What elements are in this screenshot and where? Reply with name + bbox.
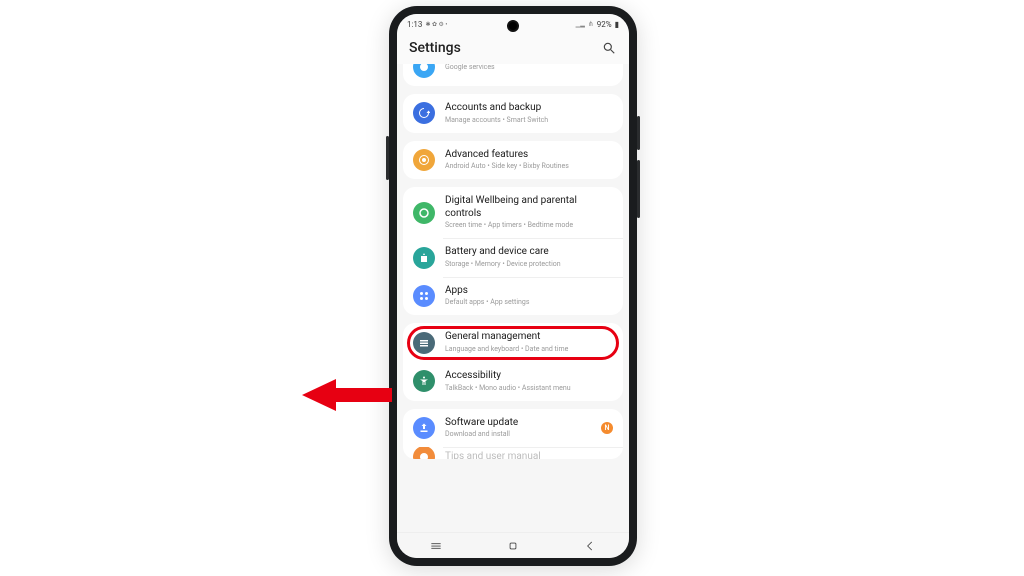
settings-group-device: Digital Wellbeing and parental controls … bbox=[403, 187, 623, 315]
search-icon bbox=[602, 41, 616, 55]
settings-row-sub: Default apps • App settings bbox=[445, 298, 613, 307]
status-wifi-icon: ⋔ bbox=[588, 20, 594, 28]
settings-row-apps[interactable]: Apps Default apps • App settings bbox=[403, 277, 623, 316]
settings-row-title: Accounts and backup bbox=[445, 102, 613, 115]
settings-group-google: Google services bbox=[403, 64, 623, 86]
navigation-bar bbox=[397, 532, 629, 558]
settings-row-accessibility[interactable]: Accessibility TalkBack • Mono audio • As… bbox=[403, 362, 623, 401]
back-icon bbox=[583, 539, 597, 553]
home-icon bbox=[506, 539, 520, 553]
settings-row-sub: Storage • Memory • Device protection bbox=[445, 260, 613, 269]
status-notification-icons: ✱ ✿ ⚙ • bbox=[425, 21, 447, 28]
settings-row-sub: TalkBack • Mono audio • Assistant menu bbox=[445, 384, 613, 393]
settings-row-title: General management bbox=[445, 331, 613, 344]
advanced-icon bbox=[413, 149, 435, 171]
settings-row-sub: Google services bbox=[445, 64, 613, 72]
settings-group-system: General management Language and keyboard… bbox=[403, 323, 623, 400]
tips-icon bbox=[413, 447, 435, 459]
settings-row-accounts[interactable]: Accounts and backup Manage accounts • Sm… bbox=[403, 94, 623, 133]
settings-row-advanced[interactable]: Advanced features Android Auto • Side ke… bbox=[403, 141, 623, 180]
page-title: Settings bbox=[409, 40, 461, 56]
settings-row-title: Accessibility bbox=[445, 370, 613, 383]
nav-back-button[interactable] bbox=[570, 539, 610, 553]
settings-row-title: Digital Wellbeing and parental controls bbox=[445, 195, 613, 220]
device-care-icon bbox=[413, 247, 435, 269]
status-time: 1:13 bbox=[407, 20, 422, 29]
front-camera-punchhole bbox=[507, 20, 519, 32]
settings-group-about: Software update Download and install N T… bbox=[403, 409, 623, 460]
nav-recents-button[interactable] bbox=[416, 539, 456, 553]
software-update-icon bbox=[413, 417, 435, 439]
settings-row-title: Apps bbox=[445, 285, 613, 298]
sync-icon bbox=[413, 102, 435, 124]
settings-row-sub: Android Auto • Side key • Bixby Routines bbox=[445, 162, 613, 171]
recents-icon bbox=[429, 539, 443, 553]
settings-row-tips[interactable]: Tips and user manual bbox=[403, 447, 623, 459]
settings-row-sub: Screen time • App timers • Bedtime mode bbox=[445, 221, 613, 230]
search-button[interactable] bbox=[601, 40, 617, 56]
phone-screen: 1:13 ✱ ✿ ⚙ • ▁▂ ⋔ 92% ▮ Settings bbox=[397, 14, 629, 558]
settings-row-title: Software update bbox=[445, 417, 591, 430]
settings-row-title: Advanced features bbox=[445, 149, 613, 162]
settings-row-sub: Manage accounts • Smart Switch bbox=[445, 116, 613, 125]
settings-row-title: Tips and user manual bbox=[445, 451, 613, 459]
accessibility-icon bbox=[413, 370, 435, 392]
settings-header: Settings bbox=[397, 34, 629, 64]
general-management-icon bbox=[413, 332, 435, 354]
status-battery-pct: 92% bbox=[597, 20, 612, 29]
settings-list[interactable]: Google services Accounts and backup Mana… bbox=[397, 64, 629, 532]
settings-row-wellbeing[interactable]: Digital Wellbeing and parental controls … bbox=[403, 187, 623, 238]
settings-row-battery[interactable]: Battery and device care Storage • Memory… bbox=[403, 238, 623, 277]
status-signal-icon: ▁▂ bbox=[576, 21, 585, 28]
nav-home-button[interactable] bbox=[493, 539, 533, 553]
update-badge: N bbox=[601, 422, 613, 434]
google-icon bbox=[413, 64, 435, 78]
settings-group-accounts: Accounts and backup Manage accounts • Sm… bbox=[403, 94, 623, 133]
settings-row-general-management[interactable]: General management Language and keyboard… bbox=[403, 323, 623, 362]
settings-row-sub: Language and keyboard • Date and time bbox=[445, 345, 613, 354]
settings-row-software-update[interactable]: Software update Download and install N bbox=[403, 409, 623, 448]
phone-frame: 1:13 ✱ ✿ ⚙ • ▁▂ ⋔ 92% ▮ Settings bbox=[389, 6, 637, 566]
wellbeing-icon bbox=[413, 202, 435, 224]
settings-row-title: Battery and device care bbox=[445, 246, 613, 259]
settings-row-google[interactable]: Google services bbox=[403, 64, 623, 86]
annotation-arrow bbox=[302, 376, 392, 414]
status-battery-icon: ▮ bbox=[615, 20, 619, 29]
settings-row-sub: Download and install bbox=[445, 430, 591, 439]
apps-icon bbox=[413, 285, 435, 307]
settings-group-advanced: Advanced features Android Auto • Side ke… bbox=[403, 141, 623, 180]
